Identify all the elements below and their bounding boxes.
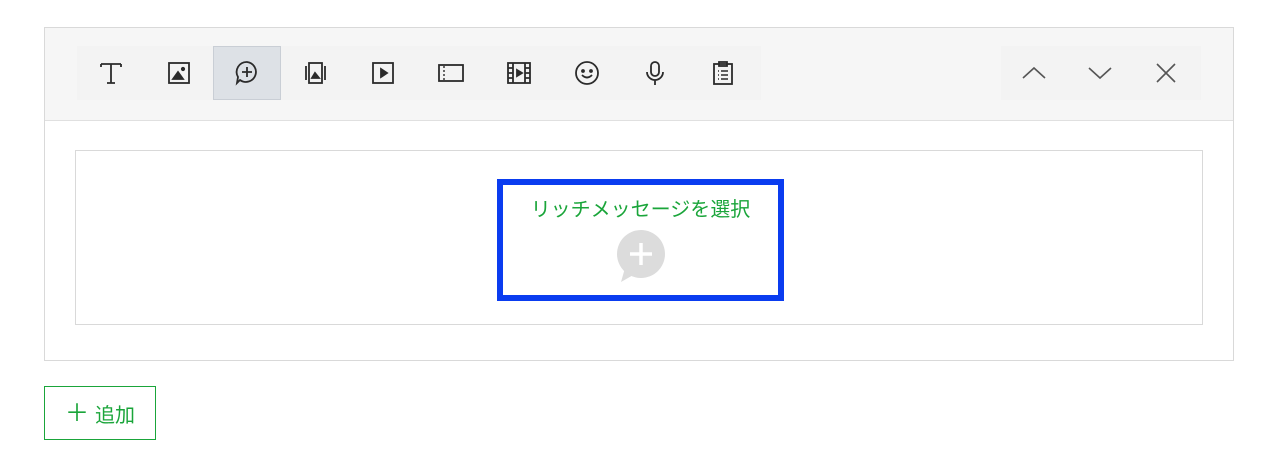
chevron-down-icon	[1088, 67, 1112, 80]
audio-tool-button[interactable]	[621, 46, 689, 100]
select-rich-message-label: リッチメッセージを選択	[530, 197, 751, 221]
coupon-tool-button[interactable]	[417, 46, 485, 100]
text-icon	[100, 63, 122, 84]
move-up-button[interactable]	[1001, 46, 1067, 100]
coupon-icon	[438, 64, 464, 82]
select-rich-message-button[interactable]: リッチメッセージを選択	[497, 179, 784, 301]
chat-bubble-plus-icon	[616, 230, 665, 282]
chevron-up-icon	[1022, 66, 1046, 79]
rich-video-tool-button[interactable]	[485, 46, 553, 100]
message-content-area: リッチメッセージを選択	[75, 150, 1203, 325]
close-icon	[1156, 63, 1176, 83]
card-carousel-icon	[305, 62, 326, 84]
smiley-icon	[575, 61, 599, 85]
chat-plus-icon	[235, 61, 257, 86]
sticker-tool-button[interactable]	[553, 46, 621, 100]
block-nav-group	[1001, 46, 1201, 100]
message-type-toolbar	[45, 28, 1233, 121]
delete-block-button[interactable]	[1133, 46, 1199, 100]
image-icon	[168, 62, 190, 84]
add-message-label: 追加	[95, 402, 135, 427]
film-icon	[507, 62, 531, 84]
add-message-button[interactable]: ＋ 追加	[44, 386, 156, 440]
image-tool-button[interactable]	[145, 46, 213, 100]
rich-message-tool-button[interactable]	[213, 46, 281, 100]
message-editor-panel: リッチメッセージを選択	[44, 27, 1234, 361]
play-icon	[372, 62, 394, 84]
card-message-tool-button[interactable]	[281, 46, 349, 100]
text-tool-button[interactable]	[77, 46, 145, 100]
microphone-icon	[646, 61, 664, 85]
move-down-button[interactable]	[1067, 46, 1133, 100]
plus-icon: ＋	[65, 399, 89, 427]
video-tool-button[interactable]	[349, 46, 417, 100]
clipboard-icon	[713, 61, 733, 85]
survey-tool-button[interactable]	[689, 46, 757, 100]
message-type-tool-group	[77, 46, 761, 100]
